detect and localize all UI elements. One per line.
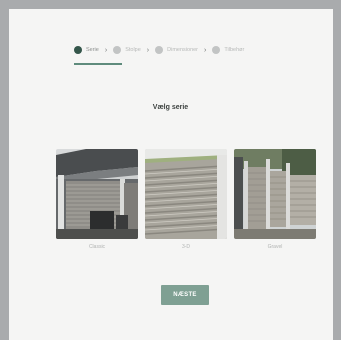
series-options: Classic 3-D Gravel [0,149,341,259]
option-label: Gravel [267,244,283,250]
step-label: Tilbehør [224,47,245,53]
step-tilbehor[interactable]: Tilbehør [212,40,244,60]
fence-photo-gravel [234,149,316,239]
option-3d[interactable]: 3-D [145,149,227,253]
page-title: Vælg serie [152,104,189,111]
active-step-indicator [74,63,122,65]
step-label: Stolpe [125,47,141,53]
step-label: Serie [86,47,99,53]
chevron-right-icon: › [204,46,207,54]
step-stolpe[interactable]: Stolpe [113,40,141,60]
step-dimensioner[interactable]: Dimensioner [155,40,198,60]
step-serie[interactable]: Serie [74,40,99,60]
option-classic[interactable]: Classic [56,149,138,253]
fence-photo-3d [145,149,227,239]
fence-photo-classic [56,149,138,239]
option-label: Classic [88,244,106,250]
step-label: Dimensioner [167,47,199,53]
step-dot-icon [155,46,164,54]
step-dot-icon [212,46,221,54]
step-dot-icon [74,46,82,54]
option-gravel[interactable]: Gravel [234,149,316,253]
step-dot-icon [113,46,122,54]
option-label: 3-D [181,244,191,250]
next-button[interactable]: NÆSTE [161,285,209,305]
chevron-right-icon: › [146,46,150,54]
chevron-right-icon: › [104,46,108,54]
stepper: Serie › Stolpe › Dimensioner › Tilbehør [74,40,244,60]
